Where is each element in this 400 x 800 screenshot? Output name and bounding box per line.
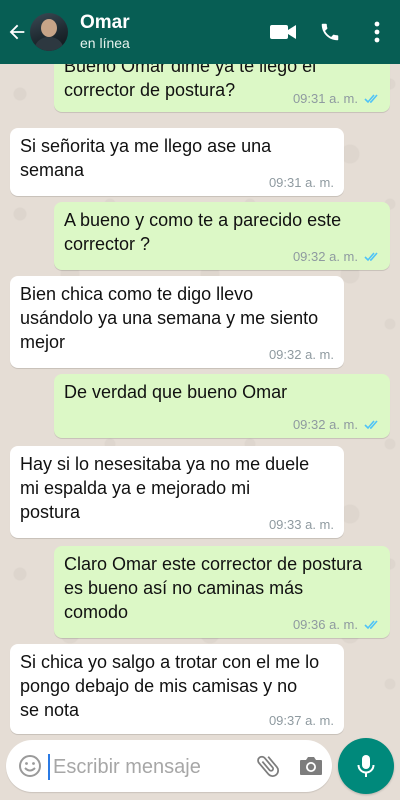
emoji-icon xyxy=(19,755,41,777)
message-text: Si señorita ya me llego ase una semana xyxy=(20,136,272,180)
message-time: 09:32 a. m. xyxy=(292,249,358,264)
message-meta: 09:32 a. m. xyxy=(269,347,334,362)
message-time: 09:31 a. m. xyxy=(292,91,358,106)
camera-button[interactable] xyxy=(298,754,324,783)
double-check-icon xyxy=(364,251,380,262)
back-button[interactable] xyxy=(4,21,30,43)
message-bubble-incoming[interactable]: Si señorita ya me llego ase una semana 0… xyxy=(10,128,344,196)
chat-header: Omar en línea xyxy=(0,0,400,64)
menu-button[interactable] xyxy=(354,21,400,43)
double-check-icon xyxy=(364,419,380,430)
camera-icon xyxy=(300,757,322,775)
voice-record-button[interactable] xyxy=(338,738,394,794)
message-text: Bueno Omar dime ya te llegó el corrector… xyxy=(64,64,317,100)
header-actions xyxy=(260,21,400,43)
message-meta: 09:32 a. m. xyxy=(293,249,380,264)
call-button[interactable] xyxy=(306,21,354,43)
message-meta: 09:32 a. m. xyxy=(293,417,380,432)
message-text: De verdad que bueno Omar xyxy=(64,382,288,402)
video-call-icon xyxy=(270,25,296,39)
message-time: 09:32 a. m. xyxy=(268,347,334,362)
message-text: Si chica yo salgo a trotar con el me lo … xyxy=(20,652,320,720)
message-bubble-outgoing[interactable]: Claro Omar este corrector de postura es … xyxy=(54,546,390,638)
arrow-left-icon xyxy=(9,24,25,40)
contact-name: Omar xyxy=(80,12,130,33)
message-meta: 09:37 a. m. xyxy=(269,713,334,728)
message-meta: 09:31 a. m. xyxy=(293,91,380,106)
text-cursor xyxy=(48,754,50,780)
message-bubble-outgoing[interactable]: A bueno y como te a parecido este correc… xyxy=(54,202,390,270)
video-call-button[interactable] xyxy=(260,22,306,42)
attach-button[interactable] xyxy=(254,752,282,785)
message-input[interactable]: Escribir mensaje xyxy=(53,754,201,780)
composer: Escribir mensaje xyxy=(0,736,400,800)
message-bubble-outgoing[interactable]: Bueno Omar dime ya te llegó el corrector… xyxy=(54,64,390,112)
double-check-icon xyxy=(364,619,380,630)
contact-status: en línea xyxy=(80,35,130,51)
message-text: Claro Omar este corrector de postura es … xyxy=(64,554,363,622)
message-time: 09:37 a. m. xyxy=(268,713,334,728)
message-time: 09:33 a. m. xyxy=(268,517,334,532)
message-meta: 09:31 a. m. xyxy=(269,175,334,190)
message-bubble-incoming[interactable]: Si chica yo salgo a trotar con el me lo … xyxy=(10,644,344,734)
message-bubble-outgoing[interactable]: De verdad que bueno Omar 09:32 a. m. xyxy=(54,374,390,438)
message-list[interactable]: Bueno Omar dime ya te llegó el corrector… xyxy=(0,64,400,736)
message-text: Hay si lo nesesitaba ya no me duele mi e… xyxy=(20,454,310,522)
more-vert-icon xyxy=(374,21,380,43)
message-time: 09:31 a. m. xyxy=(268,175,334,190)
microphone-icon xyxy=(357,755,375,777)
message-time: 09:32 a. m. xyxy=(292,417,358,432)
paperclip-icon xyxy=(257,755,279,777)
message-bubble-incoming[interactable]: Bien chica como te digo llevo usándolo y… xyxy=(10,276,344,368)
message-input-box[interactable]: Escribir mensaje xyxy=(6,740,332,792)
message-bubble-incoming[interactable]: Hay si lo nesesitaba ya no me duele mi e… xyxy=(10,446,344,538)
message-meta: 09:33 a. m. xyxy=(269,517,334,532)
message-text: Bien chica como te digo llevo usándolo y… xyxy=(20,284,319,352)
avatar[interactable] xyxy=(30,13,68,51)
contact-info[interactable]: Omar en línea xyxy=(80,12,260,52)
double-check-icon xyxy=(364,93,380,104)
emoji-button[interactable] xyxy=(18,754,42,783)
message-time: 09:36 a. m. xyxy=(292,617,358,632)
phone-icon xyxy=(321,23,339,41)
message-meta: 09:36 a. m. xyxy=(293,617,380,632)
